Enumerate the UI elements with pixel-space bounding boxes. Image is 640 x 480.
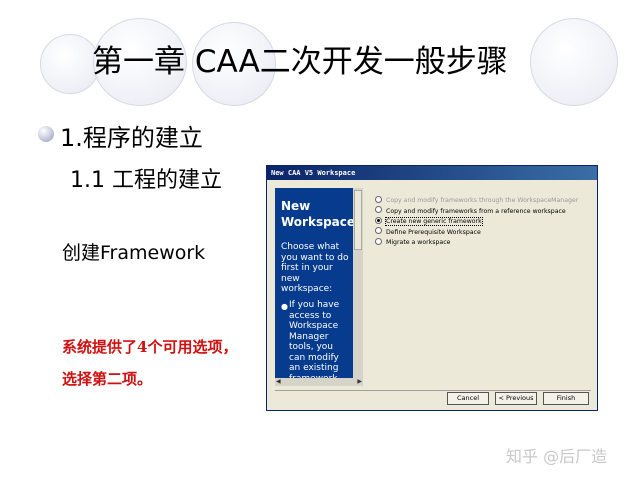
info-panel-horizontal-scrollbar[interactable]: ◀ ▶ — [275, 378, 363, 386]
slide: 第一章 CAA二次开发一般步骤 1.程序的建立 1.1 工程的建立 创建Fram… — [0, 0, 640, 480]
wizard-info-description: Choose what you want to do first in your… — [281, 242, 349, 294]
note-line-2: 选择第二项。 — [62, 370, 153, 388]
finish-button[interactable]: Finish — [543, 392, 589, 405]
bullet-icon: ● — [281, 302, 288, 311]
radio-icon[interactable] — [375, 227, 382, 234]
radio-icon[interactable] — [375, 206, 382, 213]
wizard-info-title: New Workspace — [281, 199, 356, 229]
previous-button[interactable]: < Previous — [495, 392, 537, 405]
new-workspace-dialog: New CAA V5 Workspace New Workspace Choos… — [266, 165, 598, 411]
note-line-1: 系统提供了4个可用选项， — [62, 338, 238, 356]
subsection-heading: 1.1 工程的建立 — [70, 168, 222, 193]
scroll-right-icon[interactable]: ▶ — [357, 378, 362, 385]
radio-icon[interactable] — [375, 237, 382, 245]
scroll-left-icon[interactable]: ◀ — [276, 378, 281, 385]
option-define-prerequisite-workspace[interactable]: Define Prerequisite Workspace — [375, 227, 595, 238]
scrollbar-thumb[interactable] — [354, 190, 362, 250]
bullet-icon — [38, 126, 54, 142]
section-heading: 1.程序的建立 — [60, 124, 203, 152]
wizard-info-bullet: If you have access to Workspace Manager … — [289, 300, 340, 378]
option-copy-via-workspace-manager[interactable]: Copy and modify frameworks through the W… — [375, 195, 595, 206]
radio-icon[interactable] — [375, 195, 382, 203]
option-copy-from-reference-workspace[interactable]: Copy and modify frameworks from a refere… — [375, 206, 595, 217]
decorative-circle — [40, 34, 100, 94]
dialog-title-bar[interactable]: New CAA V5 Workspace — [267, 166, 597, 180]
option-create-generic-framework[interactable]: Create new generic framework — [375, 216, 595, 227]
radio-selected-icon[interactable] — [375, 216, 382, 224]
watermark: 知乎 @后厂造 — [506, 447, 608, 466]
wizard-info-panel: New Workspace Choose what you want to do… — [275, 188, 363, 378]
info-panel-vertical-scrollbar[interactable] — [353, 188, 363, 378]
workspace-options-group: Copy and modify frameworks through the W… — [375, 195, 595, 249]
button-separator — [275, 390, 591, 391]
option-migrate-workspace[interactable]: Migrate a workspace — [375, 237, 595, 248]
slide-title: 第一章 CAA二次开发一般步骤 — [92, 44, 508, 80]
create-framework-label: 创建Framework — [62, 242, 206, 264]
cancel-button[interactable]: Cancel — [447, 392, 489, 405]
